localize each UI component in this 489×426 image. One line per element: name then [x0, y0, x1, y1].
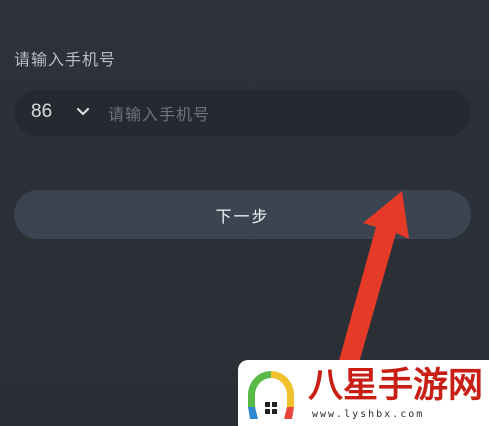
watermark-brand: 八星手游网: [308, 366, 484, 406]
next-button-label: 下一步: [215, 206, 270, 226]
watermark: 八星手游网 www.lyshbx.com: [238, 360, 489, 426]
chevron-down-icon[interactable]: [76, 107, 90, 117]
phone-label: 请输入手机号: [14, 50, 117, 69]
phone-input[interactable]: [106, 99, 440, 129]
next-button[interactable]: 下一步: [14, 190, 471, 239]
phone-field[interactable]: 86: [14, 89, 471, 137]
country-code[interactable]: 86: [31, 101, 52, 123]
app-logo-icon: [248, 371, 294, 419]
watermark-url: www.lyshbx.com: [312, 409, 425, 420]
login-screen: 请输入手机号 86 下一步 八星手游网 www.lyshbx.com: [0, 0, 489, 426]
